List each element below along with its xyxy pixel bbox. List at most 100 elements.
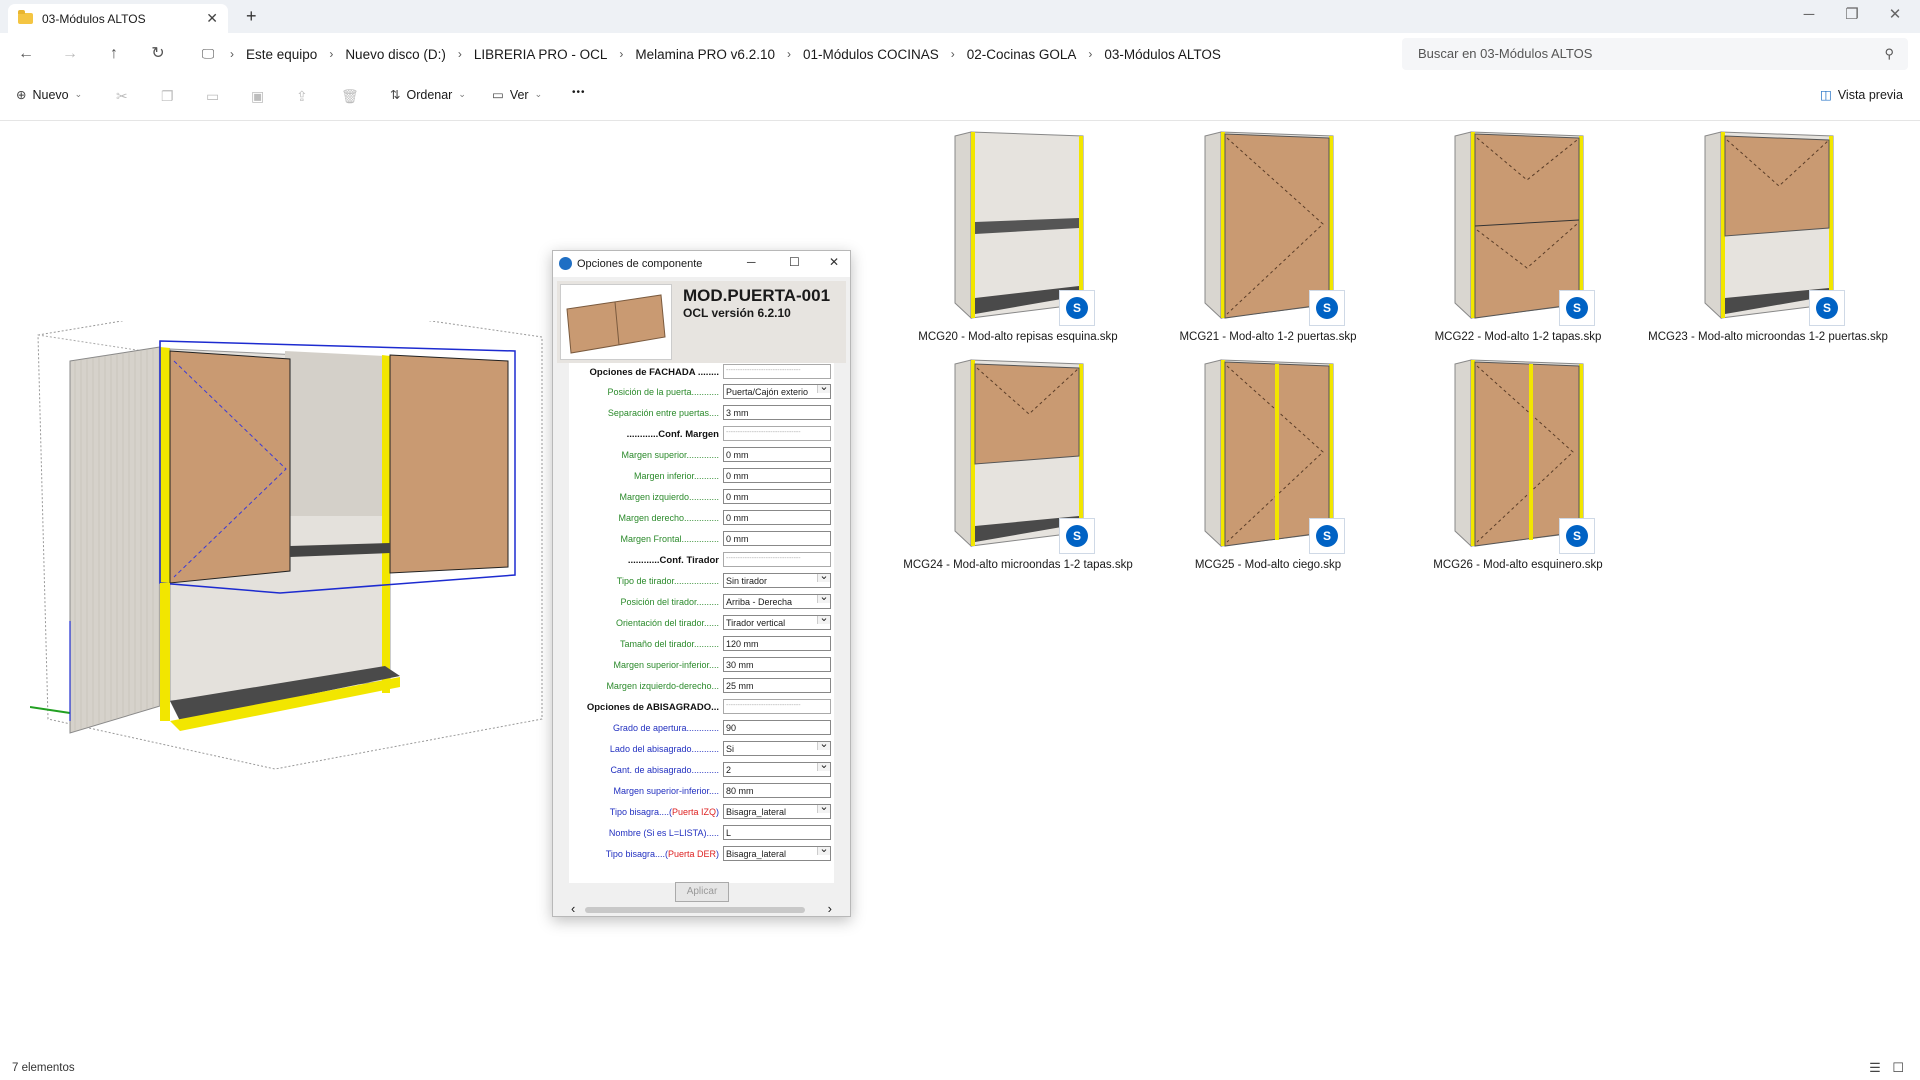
option-select[interactable]: Bisagra_lateral [723, 846, 831, 861]
option-input[interactable]: 3 mm [723, 405, 831, 420]
option-select[interactable]: Tirador vertical [723, 615, 831, 630]
option-select[interactable]: Bisagra_lateral [723, 804, 831, 819]
chevron-down-icon: ⌄ [534, 89, 543, 99]
option-input[interactable]: L [723, 825, 831, 840]
view-mode-toggles: ☰ ☐ [1869, 1060, 1904, 1076]
option-select[interactable]: 2 [723, 762, 831, 777]
copy-icon[interactable]: ❐ [161, 88, 174, 105]
minimize-icon[interactable]: ─ [747, 255, 756, 269]
option-row: Margen superior-inferior.... 30 mm [569, 656, 834, 674]
file-thumbnail: S [933, 356, 1103, 556]
breadcrumb-item[interactable]: 02-Cocinas GOLA [959, 47, 1085, 62]
breadcrumb-item[interactable]: Nuevo disco (D:) [337, 47, 454, 62]
option-label: Posición de la puerta........... [607, 387, 719, 397]
cut-icon[interactable]: ✂ [116, 88, 128, 105]
new-tab-button[interactable]: + [246, 6, 257, 27]
option-input[interactable]: 30 mm [723, 657, 831, 672]
option-label: Cant. de abisagrado........... [610, 765, 719, 775]
breadcrumb-item[interactable]: Melamina PRO v6.2.10 [627, 47, 783, 62]
file-item[interactable]: S MCG26 - Mod-alto esquinero.skp [1398, 356, 1638, 573]
option-label: Posición del tirador......... [620, 597, 719, 607]
option-label: Lado del abisagrado........... [609, 744, 719, 754]
file-item[interactable]: S MCG21 - Mod-alto 1-2 puertas.skp [1148, 128, 1388, 345]
file-item[interactable]: S MCG24 - Mod-alto microondas 1-2 tapas.s… [898, 356, 1138, 573]
new-label: Nuevo [32, 87, 69, 102]
share-icon[interactable]: ⇪ [296, 88, 308, 105]
scroll-left-icon[interactable]: ‹ [571, 901, 575, 916]
option-input[interactable]: 0 mm [723, 510, 831, 525]
more-options-button[interactable]: ••• [572, 87, 586, 98]
scroll-right-icon[interactable]: › [828, 901, 832, 916]
maximize-button[interactable]: ❐ [1832, 2, 1872, 28]
breadcrumb-item[interactable]: 01-Módulos COCINAS [795, 47, 947, 62]
component-name: MOD.PUERTA-001 [683, 286, 831, 305]
command-bar: ⊕ Nuevo ⌄ ✂ ❐ ▭ ▣ ⇪ 🗑 ⇅ Ordenar ⌄ ▭ Ver … [0, 75, 1920, 121]
close-window-button[interactable]: ✕ [1875, 2, 1915, 28]
horizontal-scrollbar[interactable]: ‹ › [569, 901, 834, 917]
option-input[interactable]: 0 mm [723, 489, 831, 504]
option-select[interactable]: Si [723, 741, 831, 756]
forward-icon[interactable]: → [58, 42, 82, 66]
option-row: Posición del tirador......... Arriba - De… [569, 593, 834, 611]
option-input[interactable]: 25 mm [723, 678, 831, 693]
chevron-right-icon: › [950, 47, 955, 61]
option-input[interactable]: 80 mm [723, 783, 831, 798]
file-item[interactable]: S MCG23 - Mod-alto microondas 1-2 puertas… [1648, 128, 1888, 345]
view-button[interactable]: ▭ Ver ⌄ [492, 87, 543, 103]
scroll-thumb[interactable] [585, 907, 805, 913]
delete-icon[interactable]: 🗑 [341, 88, 359, 105]
option-label: Nombre (Si es L=LISTA)..... [608, 828, 719, 838]
tab-active[interactable]: 03-Módulos ALTOS ✕ [8, 4, 228, 33]
option-row: Tipo bisagra....(Puerta DER) Bisagra_late… [569, 845, 834, 863]
close-tab-icon[interactable]: ✕ [206, 10, 218, 27]
breadcrumb-item[interactable]: Este equipo [238, 47, 325, 62]
rename-icon[interactable]: ▣ [251, 88, 264, 105]
view-label: Ver [509, 87, 529, 102]
thumbnails-view-icon[interactable]: ☐ [1892, 1060, 1904, 1075]
file-name: MCG20 - Mod-alto repisas esquina.skp [918, 331, 1118, 343]
option-row: Cant. de abisagrado........... 2 [569, 761, 834, 779]
file-item[interactable]: S MCG25 - Mod-alto ciego.skp [1148, 356, 1388, 573]
preview-pane-button[interactable]: ◫ Vista previa [1820, 87, 1903, 103]
file-item[interactable]: S MCG20 - Mod-alto repisas esquina.skp [898, 128, 1138, 345]
sort-label: Ordenar [406, 87, 453, 102]
option-label: Margen derecho.............. [618, 513, 719, 523]
maximize-icon[interactable]: ☐ [789, 255, 800, 269]
option-row: Margen izquierdo-derecho... 25 mm [569, 677, 834, 695]
minimize-button[interactable]: ─ [1789, 2, 1829, 28]
option-input[interactable]: 120 mm [723, 636, 831, 651]
file-item[interactable]: S MCG22 - Mod-alto 1-2 tapas.skp [1398, 128, 1638, 345]
dialog-title-bar[interactable]: Opciones de componente ─ ☐ ✕ [553, 251, 850, 277]
close-icon[interactable]: ✕ [829, 255, 839, 269]
apply-button[interactable]: Aplicar [675, 882, 729, 902]
tab-title: 03-Módulos ALTOS [42, 11, 146, 26]
option-select[interactable]: Sin tirador [723, 573, 831, 588]
option-input[interactable]: 90 [723, 720, 831, 735]
sort-button[interactable]: ⇅ Ordenar ⌄ [390, 87, 466, 103]
component-options-dialog[interactable]: Opciones de componente ─ ☐ ✕ MOD.PUERTA-… [552, 250, 851, 917]
up-icon[interactable]: ↑ [102, 42, 126, 66]
back-icon[interactable]: ← [14, 42, 38, 66]
option-input[interactable]: 0 mm [723, 447, 831, 462]
preview-label: Vista previa [1837, 87, 1903, 102]
option-label: Grado de apertura............. [612, 723, 719, 733]
plus-circle-icon: ⊕ [16, 88, 27, 102]
breadcrumb-item[interactable]: 03-Módulos ALTOS [1096, 47, 1229, 62]
option-row: Margen superior............. 0 mm [569, 446, 834, 464]
option-input[interactable]: 0 mm [723, 531, 831, 546]
new-button[interactable]: ⊕ Nuevo ⌄ [16, 87, 82, 103]
breadcrumb-item[interactable]: LIBRERIA PRO - OCL [466, 47, 616, 62]
file-name: MCG22 - Mod-alto 1-2 tapas.skp [1434, 331, 1602, 343]
chevron-right-icon: › [786, 47, 791, 61]
search-input[interactable]: Buscar en 03-Módulos ALTOS ⚲ [1402, 38, 1908, 70]
option-row: Tipo bisagra....(Puerta IZQ) Bisagra_late… [569, 803, 834, 821]
option-select[interactable]: Arriba - Derecha [723, 594, 831, 609]
paste-icon[interactable]: ▭ [206, 88, 219, 105]
option-input[interactable]: 0 mm [723, 468, 831, 483]
option-label: Tipo bisagra....(Puerta IZQ) [609, 807, 719, 817]
details-view-icon[interactable]: ☰ [1869, 1060, 1881, 1075]
option-label: Tipo de tirador.................. [616, 576, 719, 586]
search-icon[interactable]: ⚲ [1884, 46, 1894, 62]
refresh-icon[interactable]: ↻ [146, 42, 170, 66]
option-select[interactable]: Puerta/Cajón exterio [723, 384, 831, 399]
